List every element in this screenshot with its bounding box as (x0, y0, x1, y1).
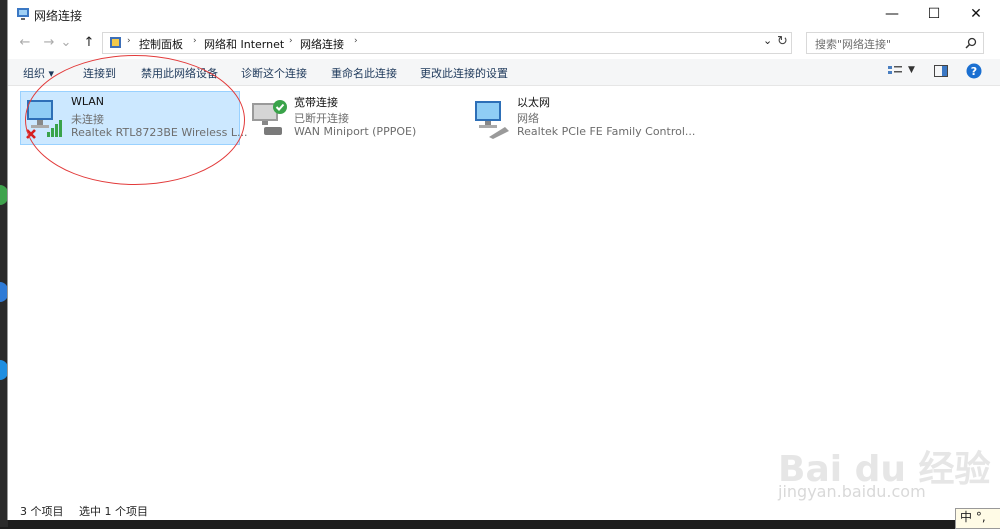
status-bar: 3 个项目 选中 1 个项目 (8, 498, 1000, 520)
control-panel-icon (110, 37, 121, 48)
navigation-bar: ← → ⌄ ↑ › 控制面板 › 网络和 Internet › 网络连接 › ⌄… (8, 30, 1000, 56)
connection-item-ethernet[interactable]: 以太网 网络 Realtek PCIe FE Family Control... (467, 91, 697, 143)
search-input[interactable]: 搜索"网络连接" (815, 36, 891, 52)
address-bar[interactable]: › 控制面板 › 网络和 Internet › 网络连接 › ⌄ ↻ (102, 32, 792, 54)
breadcrumb-separator[interactable]: › (193, 36, 197, 46)
connect-to-button[interactable]: 连接到 (83, 65, 116, 81)
connection-device: Realtek PCIe FE Family Control... (517, 125, 696, 138)
selected-count: 选中 1 个项目 (79, 505, 148, 518)
organize-menu[interactable]: 组织 ▾ (23, 65, 54, 81)
explorer-window: 网络连接 — ☐ ✕ ← → ⌄ ↑ › 控制面板 › 网络和 Internet… (7, 0, 1000, 520)
maximize-button[interactable]: ☐ (911, 0, 957, 28)
help-icon[interactable]: ? (966, 63, 982, 79)
ime-indicator[interactable]: 中 °, (955, 508, 1000, 529)
broadband-connection-icon (252, 100, 287, 135)
connection-item-broadband[interactable]: 宽带连接 已断开连接 WAN Miniport (PPPOE) (244, 91, 444, 143)
breadcrumb-separator[interactable]: › (354, 36, 358, 46)
search-icon[interactable] (965, 37, 977, 49)
rename-button[interactable]: 重命名此连接 (331, 65, 397, 81)
back-arrow-icon[interactable]: ← (16, 33, 34, 53)
forward-arrow-icon[interactable]: → (40, 33, 58, 53)
connection-name: 以太网 (517, 96, 550, 109)
item-count: 3 个项目 (20, 505, 64, 518)
breadcrumb-separator[interactable]: › (127, 36, 131, 46)
change-settings-button[interactable]: 更改此连接的设置 (420, 65, 508, 81)
address-dropdown-icon[interactable]: ⌄ (763, 34, 772, 47)
close-button[interactable]: ✕ (953, 0, 999, 28)
connection-device: WAN Miniport (PPPOE) (294, 125, 417, 138)
breadcrumb-control-panel[interactable]: 控制面板 (139, 36, 183, 52)
connection-status: 网络 (517, 112, 539, 125)
command-bar: 组织 ▾ 连接到 禁用此网络设备 诊断这个连接 重命名此连接 更改此连接的设置 … (8, 59, 1000, 86)
connections-list: WLAN 未连接 Realtek RTL8723BE Wireless L...… (8, 86, 1000, 496)
recent-locations-icon[interactable]: ⌄ (60, 33, 72, 53)
breadcrumb-network-connections[interactable]: 网络连接 (300, 36, 344, 52)
up-arrow-icon[interactable]: ↑ (80, 33, 98, 53)
wireless-adapter-icon (26, 100, 62, 139)
connection-name: WLAN (71, 95, 105, 108)
breadcrumb-network-internet[interactable]: 网络和 Internet (204, 36, 284, 52)
disable-device-button[interactable]: 禁用此网络设备 (141, 65, 218, 81)
connection-status: 已断开连接 (294, 112, 349, 125)
connection-status: 未连接 (71, 113, 104, 126)
connection-item-wlan[interactable]: WLAN 未连接 Realtek RTL8723BE Wireless L... (20, 91, 247, 145)
breadcrumb-separator[interactable]: › (289, 36, 293, 46)
view-dropdown-icon[interactable]: ▼ (908, 65, 915, 75)
connection-name: 宽带连接 (294, 96, 338, 109)
preview-pane-icon[interactable] (934, 65, 948, 77)
network-connections-icon (17, 8, 29, 20)
diagnose-button[interactable]: 诊断这个连接 (241, 65, 307, 81)
refresh-icon[interactable]: ↻ (777, 34, 788, 49)
minimize-button[interactable]: — (869, 0, 915, 28)
ethernet-adapter-icon (475, 101, 509, 139)
search-box[interactable]: 搜索"网络连接" (806, 32, 984, 54)
title-bar: 网络连接 — ☐ ✕ (8, 0, 1000, 28)
view-options-icon[interactable] (888, 65, 902, 78)
svg-text:?: ? (971, 65, 977, 78)
window-title: 网络连接 (34, 9, 83, 23)
connection-device: Realtek RTL8723BE Wireless L... (71, 126, 248, 139)
